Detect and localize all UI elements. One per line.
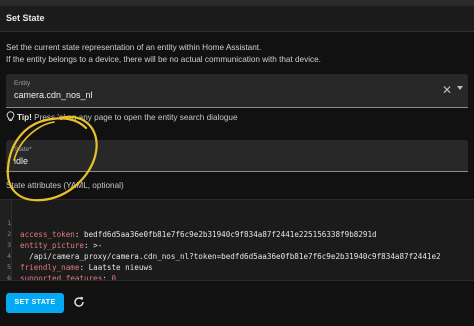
refresh-icon[interactable]	[72, 295, 86, 309]
state-field[interactable]: State* idle	[6, 140, 468, 172]
page-title: Set State	[6, 13, 45, 23]
tip-text: Tip! Press 'e' on any page to open the e…	[6, 111, 238, 124]
yaml-editor[interactable]: 1 access_token: bedfd6d5aa36e0fb81e7f6c9…	[0, 199, 474, 281]
attributes-label: State attributes (YAML, optional)	[6, 181, 124, 190]
code-line[interactable]: 2 entity_picture: >-	[0, 218, 474, 250]
lightbulb-icon	[6, 111, 17, 124]
description-line-1: Set the current state representation of …	[6, 43, 262, 52]
tip-strong: Tip!	[17, 113, 32, 122]
description: Set the current state representation of …	[6, 42, 466, 65]
entity-field-label: Entity	[14, 80, 31, 87]
code-line[interactable]: 6	[0, 262, 474, 280]
state-field-value[interactable]: idle	[14, 156, 28, 166]
entity-field[interactable]: Entity camera.cdn_nos_nl ✕	[6, 74, 468, 108]
tip-body: Press 'e' on any page to open the entity…	[31, 113, 238, 122]
line-number: 6	[7, 274, 11, 281]
code-line[interactable]: 1 access_token: bedfd6d5aa36e0fb81e7f6c9…	[0, 207, 474, 239]
code-line[interactable]: 3 /api/camera_proxy/camera.cdn_nos_nl?to…	[0, 229, 474, 261]
yaml-value: 0	[111, 274, 117, 281]
code-line[interactable]: 4 friendly_name: Laatste nieuws	[0, 240, 474, 272]
state-field-label: State*	[14, 146, 32, 153]
set-state-button[interactable]: SET STATE	[6, 293, 64, 313]
description-line-2: If the entity belongs to a device, there…	[6, 54, 321, 64]
entity-field-value[interactable]: camera.cdn_nos_nl	[14, 90, 93, 100]
card-header: Set State	[0, 6, 474, 32]
chevron-down-icon[interactable]	[457, 86, 463, 90]
yaml-key: supported_features	[20, 274, 103, 281]
code-line[interactable]: 5 supported_features: 0	[0, 251, 474, 280]
close-icon[interactable]: ✕	[442, 83, 452, 97]
